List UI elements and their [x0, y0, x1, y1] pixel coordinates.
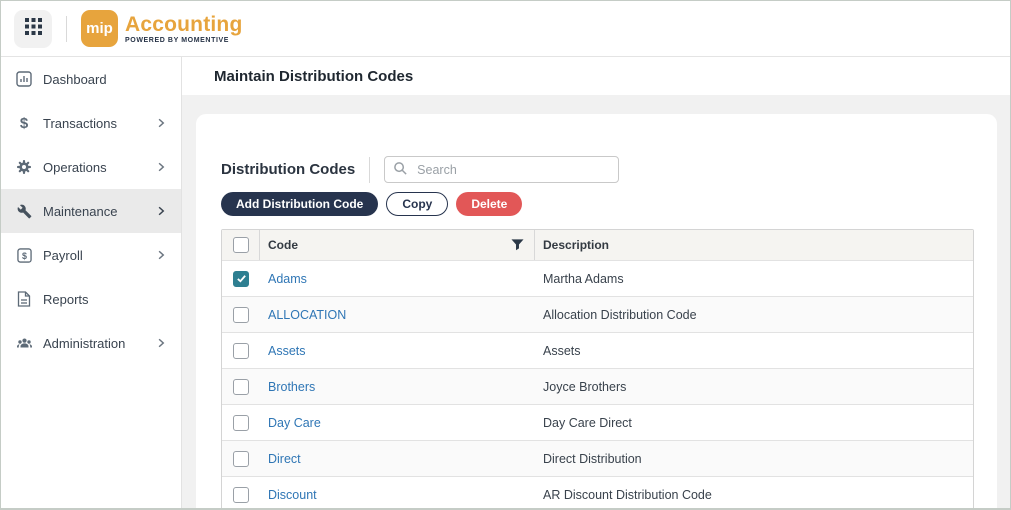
code-link[interactable]: ALLOCATION	[268, 308, 346, 322]
description-column-label: Description	[543, 238, 609, 252]
sidebar-item-label: Operations	[43, 160, 107, 175]
description-text: AR Discount Distribution Code	[543, 488, 712, 502]
main-content: Maintain Distribution Codes Distribution…	[182, 57, 1010, 508]
sidebar-item-label: Dashboard	[43, 72, 107, 87]
code-column-header: Code	[260, 230, 535, 260]
add-distribution-code-button[interactable]: Add Distribution Code	[221, 192, 378, 216]
row-checkbox[interactable]	[233, 271, 249, 287]
select-all-checkbox[interactable]	[233, 237, 249, 253]
select-all-cell	[222, 230, 260, 260]
sidebar-item-dashboard[interactable]: Dashboard	[1, 57, 181, 101]
filter-icon[interactable]	[511, 239, 524, 252]
toolbar: Add Distribution Code Copy Delete	[221, 192, 972, 216]
delete-button[interactable]: Delete	[456, 192, 522, 216]
row-checkbox[interactable]	[233, 307, 249, 323]
row-checkbox[interactable]	[233, 415, 249, 431]
chevron-right-icon	[155, 161, 167, 173]
code-link[interactable]: Adams	[268, 272, 307, 286]
description-text: Assets	[543, 344, 581, 358]
description-text: Allocation Distribution Code	[543, 308, 697, 322]
title-bar: Maintain Distribution Codes	[182, 57, 1010, 95]
section-divider	[369, 157, 370, 183]
chevron-right-icon	[155, 205, 167, 217]
sidebar-item-label: Administration	[43, 336, 125, 351]
search-input[interactable]	[384, 156, 619, 183]
code-link[interactable]: Assets	[268, 344, 306, 358]
app-window: mip Accounting POWERED BY MOMENTIVE Dash…	[0, 0, 1011, 510]
dashboard-icon	[15, 71, 33, 87]
distribution-codes-panel: Distribution Codes Add Distribution Code…	[196, 114, 997, 508]
code-link[interactable]: Day Care	[268, 416, 321, 430]
page-title: Maintain Distribution Codes	[214, 68, 413, 85]
sidebar-item-label: Reports	[43, 292, 89, 307]
chevron-right-icon	[155, 337, 167, 349]
search-box	[384, 156, 619, 183]
description-text: Day Care Direct	[543, 416, 632, 430]
description-text: Direct Distribution	[543, 452, 642, 466]
description-text: Joyce Brothers	[543, 380, 626, 394]
description-column-header: Description	[535, 230, 973, 260]
sidebar-item-operations[interactable]: Operations	[1, 145, 181, 189]
app-grid-button[interactable]	[14, 10, 52, 48]
table-row: Brothers Joyce Brothers	[222, 368, 973, 404]
table-row: Discount AR Discount Distribution Code	[222, 476, 973, 510]
app-grid-icon	[25, 18, 42, 40]
section-label: Distribution Codes	[221, 161, 355, 178]
row-checkbox[interactable]	[233, 487, 249, 503]
table-row: Adams Martha Adams	[222, 260, 973, 296]
product-name: Accounting	[125, 14, 243, 36]
mip-logo: mip	[81, 10, 118, 47]
brand-block: Accounting POWERED BY MOMENTIVE	[125, 14, 243, 44]
copy-button[interactable]: Copy	[386, 192, 448, 216]
dollar-icon: $	[15, 115, 33, 131]
code-link[interactable]: Direct	[268, 452, 301, 466]
payroll-dollar-icon: $	[15, 247, 33, 263]
table-row: ALLOCATION Allocation Distribution Code	[222, 296, 973, 332]
app-header: mip Accounting POWERED BY MOMENTIVE	[1, 1, 1010, 57]
table-row: Day Care Day Care Direct	[222, 404, 973, 440]
code-link[interactable]: Discount	[268, 488, 317, 502]
code-link[interactable]: Brothers	[268, 380, 315, 394]
table-header: Code Description	[222, 230, 973, 260]
table-row: Direct Direct Distribution	[222, 440, 973, 476]
header-divider	[66, 16, 67, 42]
sidebar: Dashboard $ Transactions	[1, 57, 182, 508]
people-icon	[15, 335, 33, 351]
row-checkbox[interactable]	[233, 379, 249, 395]
sidebar-item-payroll[interactable]: $ Payroll	[1, 233, 181, 277]
row-checkbox[interactable]	[233, 343, 249, 359]
sidebar-item-label: Transactions	[43, 116, 117, 131]
sidebar-item-administration[interactable]: Administration	[1, 321, 181, 365]
svg-text:$: $	[22, 250, 27, 260]
code-column-label: Code	[268, 238, 298, 252]
sidebar-item-maintenance[interactable]: Maintenance	[1, 189, 181, 233]
search-icon	[393, 161, 408, 181]
sidebar-item-transactions[interactable]: $ Transactions	[1, 101, 181, 145]
wrench-icon	[15, 203, 33, 219]
chevron-right-icon	[155, 249, 167, 261]
row-checkbox[interactable]	[233, 451, 249, 467]
table-row: Assets Assets	[222, 332, 973, 368]
gear-icon	[15, 159, 33, 175]
sidebar-item-label: Payroll	[43, 248, 83, 263]
sidebar-item-reports[interactable]: Reports	[1, 277, 181, 321]
description-text: Martha Adams	[543, 272, 624, 286]
distribution-codes-table: Code Description Adams Martha Adams	[221, 229, 974, 510]
panel-controls: Distribution Codes	[221, 156, 972, 183]
brand-tagline: POWERED BY MOMENTIVE	[125, 37, 243, 44]
chevron-right-icon	[155, 117, 167, 129]
sidebar-item-label: Maintenance	[43, 204, 117, 219]
document-icon	[15, 291, 33, 307]
table-body: Adams Martha Adams ALLOCATION Allocation…	[222, 260, 973, 510]
